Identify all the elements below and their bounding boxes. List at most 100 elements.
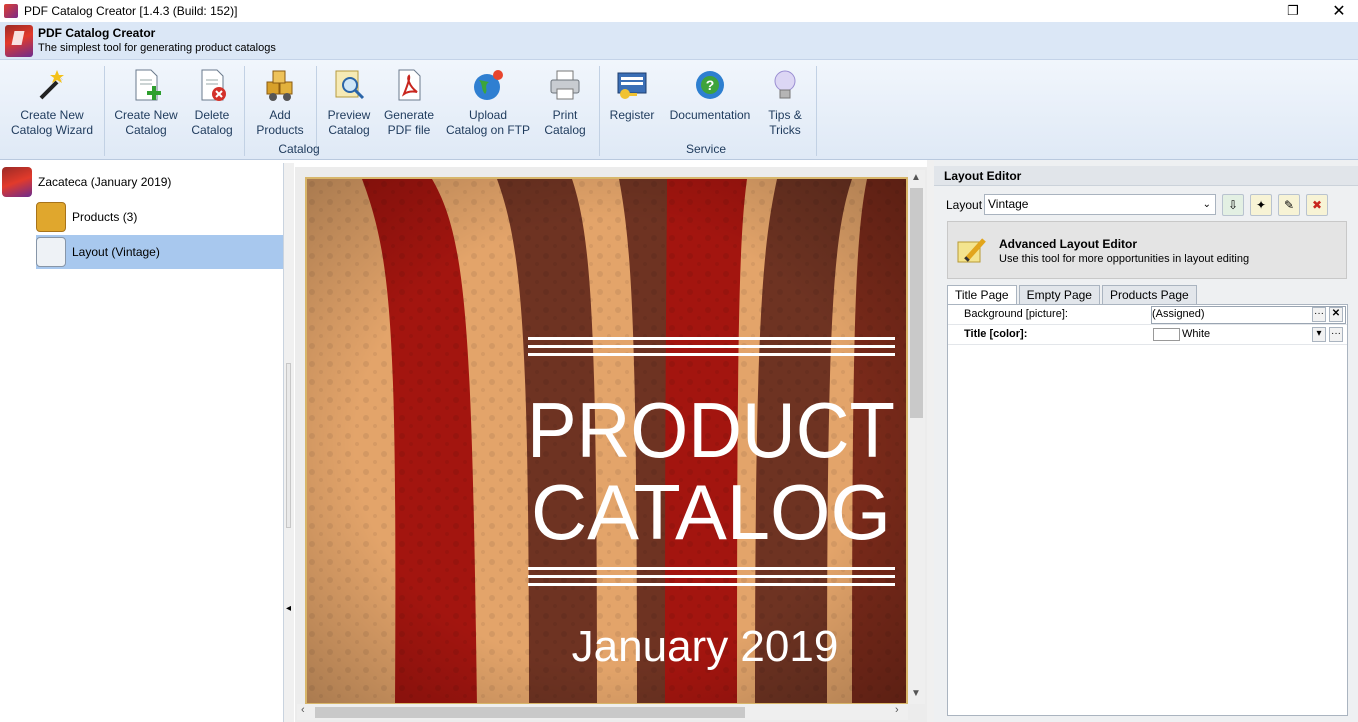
new-layout-icon[interactable]: ✦ [1250, 194, 1272, 216]
ribbon-separator [816, 66, 817, 156]
upload-catalog-ftp-button[interactable]: Upload Catalog on FTP [442, 68, 534, 138]
button-label: Tricks [769, 123, 801, 137]
generate-pdf-button[interactable]: Generate PDF file [380, 68, 438, 138]
close-window-button[interactable]: ✕ [1316, 0, 1358, 22]
create-new-catalog-button[interactable]: Create New Catalog [110, 68, 182, 138]
button-label: Products [256, 123, 304, 137]
delete-layout-icon[interactable]: ✖ [1306, 194, 1328, 216]
chevron-down-icon: ⌄ [1202, 199, 1211, 210]
advanced-editor-description: Use this tool for more opportunities in … [999, 253, 1250, 265]
print-catalog-button[interactable]: Print Catalog [538, 68, 592, 138]
button-label: Catalog [125, 123, 167, 137]
button-label: Generate [383, 108, 435, 122]
button-label: Add [269, 108, 291, 122]
tree-item-layout[interactable]: Layout (Vintage) [36, 235, 283, 269]
documentation-button[interactable]: ? Documentation [664, 68, 756, 123]
collapse-arrow-icon[interactable]: ◂ [286, 603, 291, 614]
layout-select[interactable]: Vintage ⌄ [984, 194, 1216, 215]
browse-button[interactable]: ··· [1329, 327, 1343, 342]
catalog-preview-pane: PRODUCT CATALOG January 2019 [295, 167, 927, 722]
tree-item-products[interactable]: Products (3) [36, 200, 282, 234]
tab-title-page[interactable]: Title Page [947, 285, 1017, 304]
preview-horizontal-scrollbar[interactable]: ‹ › [297, 704, 908, 720]
delete-document-icon [195, 68, 229, 102]
advanced-layout-editor-button[interactable]: Advanced Layout Editor Use this tool for… [947, 221, 1347, 279]
button-label: Documentation [669, 108, 751, 122]
globe-upload-icon [471, 68, 505, 102]
delete-catalog-button[interactable]: Delete Catalog [186, 68, 238, 138]
tab-products-page[interactable]: Products Page [1101, 285, 1197, 304]
layout-label: Layout [946, 198, 983, 212]
boxes-icon [263, 68, 297, 102]
button-label: Tips & [768, 108, 802, 122]
scroll-thumb[interactable] [315, 707, 745, 718]
tree-item-label: Products (3) [72, 210, 138, 224]
ribbon-group-label-catalog: Catalog [278, 142, 320, 156]
window-title: PDF Catalog Creator [1.4.3 (Build: 152)] [24, 4, 238, 18]
ribbon-separator [599, 66, 600, 156]
color-swatch [1153, 328, 1180, 341]
layout-editor-heading: Layout Editor [934, 166, 1358, 186]
register-button[interactable]: Register [604, 68, 660, 123]
create-catalog-wizard-button[interactable]: Create New Catalog Wizard [8, 68, 96, 138]
pdf-file-icon [392, 68, 426, 102]
scroll-thumb[interactable] [910, 188, 923, 418]
magic-wand-icon [35, 68, 69, 102]
tips-tricks-button[interactable]: Tips & Tricks [760, 68, 810, 138]
tab-empty-page[interactable]: Empty Page [1018, 285, 1100, 304]
property-row-background[interactable]: Background [picture]: (Assigned) ··· ✕ [948, 305, 1347, 325]
clear-value-icon[interactable]: ✕ [1329, 307, 1343, 322]
scroll-up-icon[interactable]: ▲ [911, 172, 921, 183]
tree-item-label: Zacateca (January 2019) [38, 175, 172, 189]
property-row-title-color[interactable]: Title [color]: White ▾ ··· [948, 325, 1347, 345]
property-name: Background [picture]: [964, 308, 1068, 320]
dropdown-arrow-icon[interactable]: ▾ [1312, 327, 1326, 342]
app-header: PDF Catalog Creator The simplest tool fo… [0, 22, 1358, 60]
splitter-grip[interactable] [286, 363, 291, 528]
title-bar: PDF Catalog Creator [1.4.3 (Build: 152)]… [0, 0, 1358, 22]
button-label: Print [552, 108, 578, 122]
preview-vertical-scrollbar[interactable]: ▲ ▼ [908, 170, 925, 704]
svg-text:?: ? [706, 77, 715, 93]
scroll-right-icon[interactable]: › [895, 704, 899, 716]
button-label: Register [609, 108, 655, 122]
property-name: Title [color]: [964, 328, 1028, 340]
button-label: Catalog Wizard [10, 123, 94, 137]
cover-date: January 2019 [572, 622, 839, 671]
tree-item-catalog[interactable]: Zacateca (January 2019) [2, 165, 282, 199]
scroll-left-icon[interactable]: ‹ [301, 704, 305, 716]
cover-title-line2: CATALOG [531, 468, 891, 556]
button-label: Catalog [328, 123, 370, 137]
button-label: Delete [194, 108, 230, 122]
new-document-icon [129, 68, 163, 102]
app-name: PDF Catalog Creator [38, 26, 156, 40]
layout-icon [36, 237, 66, 267]
browse-button[interactable]: ··· [1312, 307, 1326, 322]
edit-layout-icon[interactable]: ✎ [1278, 194, 1300, 216]
advanced-editor-title: Advanced Layout Editor [999, 237, 1138, 251]
button-label: Create New [114, 108, 178, 122]
add-products-button[interactable]: Add Products [250, 68, 310, 138]
ribbon-separator [104, 66, 105, 156]
ribbon-toolbar: Create New Catalog Wizard Create New Cat… [0, 60, 1358, 160]
help-globe-icon: ? [693, 68, 727, 102]
preview-catalog-button[interactable]: Preview Catalog [322, 68, 376, 138]
catalog-cover-preview: PRODUCT CATALOG January 2019 [305, 177, 908, 705]
layout-tabs: Title Page Empty Page Products Page [947, 285, 1199, 304]
restore-window-button[interactable]: ❐ [1270, 0, 1316, 22]
scroll-down-icon[interactable]: ▼ [911, 688, 921, 699]
cover-title-line1: PRODUCT [527, 386, 895, 474]
left-splitter[interactable]: ◂ [284, 163, 294, 722]
apply-layout-icon[interactable]: ⇩ [1222, 194, 1244, 216]
pencil-document-icon [956, 236, 988, 266]
property-value: (Assigned) [1152, 308, 1205, 320]
tree-item-label: Layout (Vintage) [72, 245, 160, 259]
lightbulb-icon [768, 68, 802, 102]
catalog-icon [2, 167, 32, 197]
register-key-icon [615, 68, 649, 102]
app-icon [4, 4, 18, 18]
catalog-tree: Zacateca (January 2019) Products (3) Lay… [0, 163, 284, 722]
right-splitter[interactable] [927, 160, 934, 722]
printer-icon [548, 68, 582, 102]
app-logo-icon [5, 25, 33, 57]
